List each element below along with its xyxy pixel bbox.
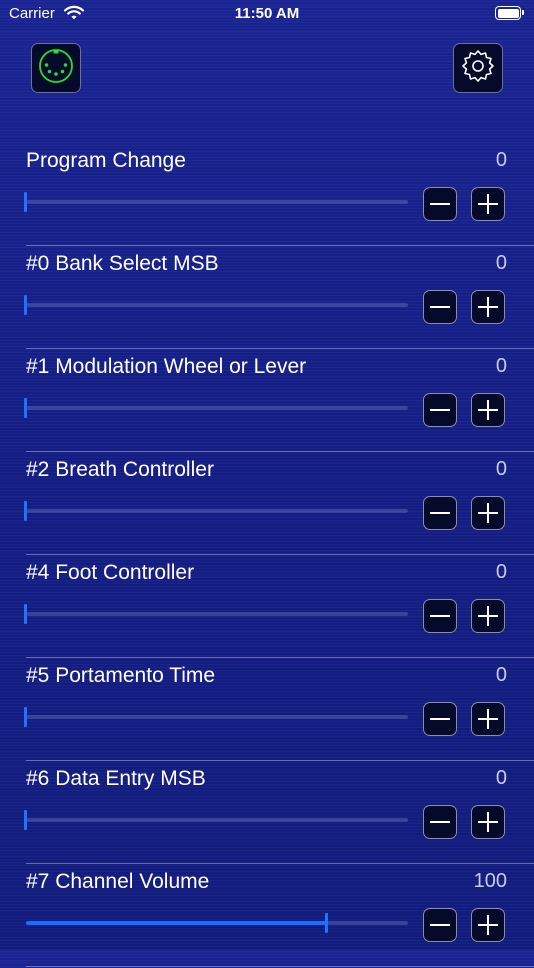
minus-icon [430, 203, 450, 205]
controller-label: #2 Breath Controller [26, 458, 214, 481]
slider-thumb[interactable] [24, 604, 27, 624]
decrement-button[interactable] [423, 393, 457, 427]
slider-thumb[interactable] [24, 501, 27, 521]
increment-button[interactable] [471, 908, 505, 942]
controller-row: #7 Channel Volume 100 [0, 865, 534, 968]
controller-value: 0 [495, 561, 507, 583]
controller-label: Program Change [26, 149, 186, 172]
midi-connector-icon [37, 47, 75, 90]
row-divider [26, 966, 534, 967]
controller-label: #1 Modulation Wheel or Lever [26, 355, 307, 378]
controller-row: #0 Bank Select MSB 0 [0, 247, 534, 350]
controller-value: 0 [495, 458, 507, 480]
slider-thumb[interactable] [24, 810, 27, 830]
minus-icon [430, 718, 450, 720]
slider-thumb[interactable] [24, 707, 27, 727]
decrement-button[interactable] [423, 496, 457, 530]
decrement-button[interactable] [423, 702, 457, 736]
controller-value: 100 [473, 870, 507, 892]
controller-slider[interactable] [24, 604, 408, 624]
minus-icon [430, 409, 450, 411]
controller-row: #5 Portamento Time 0 [0, 659, 534, 762]
controller-slider[interactable] [24, 192, 408, 212]
increment-button[interactable] [471, 805, 505, 839]
settings-button[interactable] [453, 43, 503, 93]
slider-thumb[interactable] [24, 398, 27, 418]
minus-icon [430, 306, 450, 308]
controller-row: #4 Foot Controller 0 [0, 556, 534, 659]
controller-slider[interactable] [24, 501, 408, 521]
row-divider [26, 863, 534, 864]
status-bar: Carrier 11:50 AM [0, 0, 534, 28]
increment-button[interactable] [471, 496, 505, 530]
clock: 11:50 AM [234, 5, 300, 22]
controller-value: 0 [495, 664, 507, 686]
slider-thumb[interactable] [24, 192, 27, 212]
decrement-button[interactable] [423, 908, 457, 942]
decrement-button[interactable] [423, 187, 457, 221]
slider-thumb[interactable] [325, 913, 328, 933]
row-divider [26, 760, 534, 761]
minus-icon [430, 512, 450, 514]
controller-value: 0 [495, 355, 507, 377]
minus-icon [430, 821, 450, 823]
decrement-button[interactable] [423, 290, 457, 324]
controller-label: #0 Bank Select MSB [26, 252, 219, 275]
controller-label: #6 Data Entry MSB [26, 767, 206, 790]
decrement-button[interactable] [423, 599, 457, 633]
controller-slider[interactable] [24, 707, 408, 727]
row-divider [26, 245, 534, 246]
controller-slider[interactable] [24, 398, 408, 418]
minus-icon [430, 924, 450, 926]
controller-slider[interactable] [26, 913, 408, 933]
controller-label: #4 Foot Controller [26, 561, 195, 584]
controller-value: 0 [495, 767, 507, 789]
controller-slider[interactable] [24, 810, 408, 830]
controller-row: #1 Modulation Wheel or Lever 0 [0, 350, 534, 453]
slider-fill [26, 921, 327, 925]
row-divider [26, 657, 534, 658]
increment-button[interactable] [471, 702, 505, 736]
battery-icon [495, 6, 524, 20]
row-divider [26, 451, 534, 452]
controller-label: #5 Portamento Time [26, 664, 216, 687]
increment-button[interactable] [471, 290, 505, 324]
controller-value: 0 [495, 252, 507, 274]
row-divider [26, 554, 534, 555]
controller-label: #7 Channel Volume [26, 870, 210, 893]
controller-row: #2 Breath Controller 0 [0, 453, 534, 556]
row-divider [26, 348, 534, 349]
gear-icon [460, 48, 496, 89]
controller-row: Program Change 0 [0, 144, 534, 247]
controller-value: 0 [495, 149, 507, 171]
minus-icon [430, 615, 450, 617]
midi-connection-button[interactable] [31, 43, 81, 93]
increment-button[interactable] [471, 187, 505, 221]
increment-button[interactable] [471, 599, 505, 633]
controller-slider[interactable] [24, 295, 408, 315]
slider-thumb[interactable] [24, 295, 27, 315]
controller-row: #6 Data Entry MSB 0 [0, 762, 534, 865]
increment-button[interactable] [471, 393, 505, 427]
decrement-button[interactable] [423, 805, 457, 839]
